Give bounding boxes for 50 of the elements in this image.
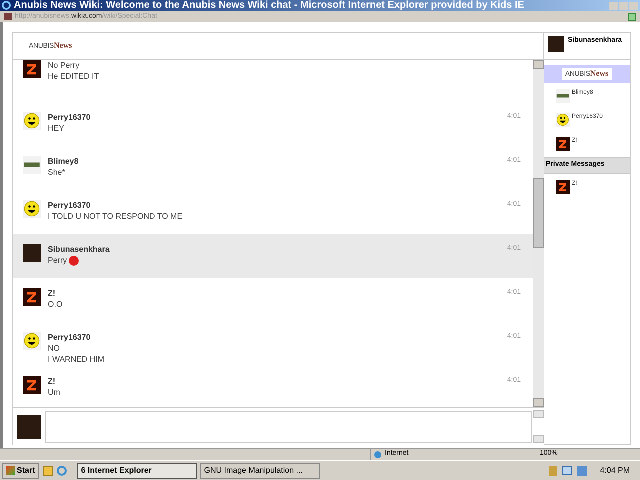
z-avatar-icon [23,376,41,394]
smiley-avatar-icon [23,112,41,130]
maximize-button[interactable] [619,2,628,10]
scroll-thumb[interactable] [533,178,544,248]
smiley-avatar-icon [556,113,570,127]
message-author: Z! [48,376,57,387]
start-button[interactable]: Start [2,462,40,478]
window-title: Anubis News Wiki: Welcome to the Anubis News Wiki chat - Microsoft Internet Explorer provided by Kids IE [14,0,524,11]
landscape-avatar-icon [23,156,41,174]
go-icon[interactable] [628,12,636,20]
message-author: Perry16370 [48,200,92,211]
z-avatar-icon [556,180,570,194]
scrollbar[interactable] [533,60,544,407]
message-author: Z! [48,288,57,299]
photo-placeholder [548,36,564,52]
taskbar-button[interactable]: 6 Internet Explorer [77,462,198,478]
smiley-avatar-icon [23,332,41,350]
taskbar-button[interactable]: GNU Image Manipulation ... [200,462,320,478]
monitor-icon[interactable] [562,466,572,475]
z-avatar-icon [556,137,570,151]
photo-placeholder [17,414,41,438]
browser-icon [2,1,11,10]
browser-icon[interactable] [57,466,68,476]
message-author: Perry16370 [48,112,92,123]
smiley-avatar-icon [23,200,41,218]
photo-placeholder [23,244,41,262]
landscape-avatar-icon [556,89,570,103]
message-input[interactable] [45,410,532,442]
z-avatar-icon [23,288,41,306]
message-text: Um [48,387,60,398]
message-text: HEY [48,123,64,134]
message-text: I TOLD U NOT TO RESPOND TO ME [48,211,183,222]
message-author: Blimey8 [48,156,80,167]
message-text: Perry [48,255,68,266]
folder-icon[interactable] [43,466,54,476]
clock: 4:04 PM [600,464,630,476]
message-author: Perry16370 [48,332,92,343]
message-text: NO [48,343,60,354]
message-text: No Perry [48,60,80,71]
close-button[interactable] [629,2,638,10]
message-text: O.O [48,299,63,310]
message-text: I WARNED HIM [48,354,105,365]
message-author: Sibunasenkhara [48,244,111,255]
message-text: He EDITED IT [48,71,100,82]
globe-icon [374,450,382,458]
z-avatar-icon [23,60,41,78]
message-text: She* [48,167,66,178]
minimize-button[interactable] [609,2,618,10]
page-icon [4,13,12,20]
windows-flag-icon [6,466,15,475]
